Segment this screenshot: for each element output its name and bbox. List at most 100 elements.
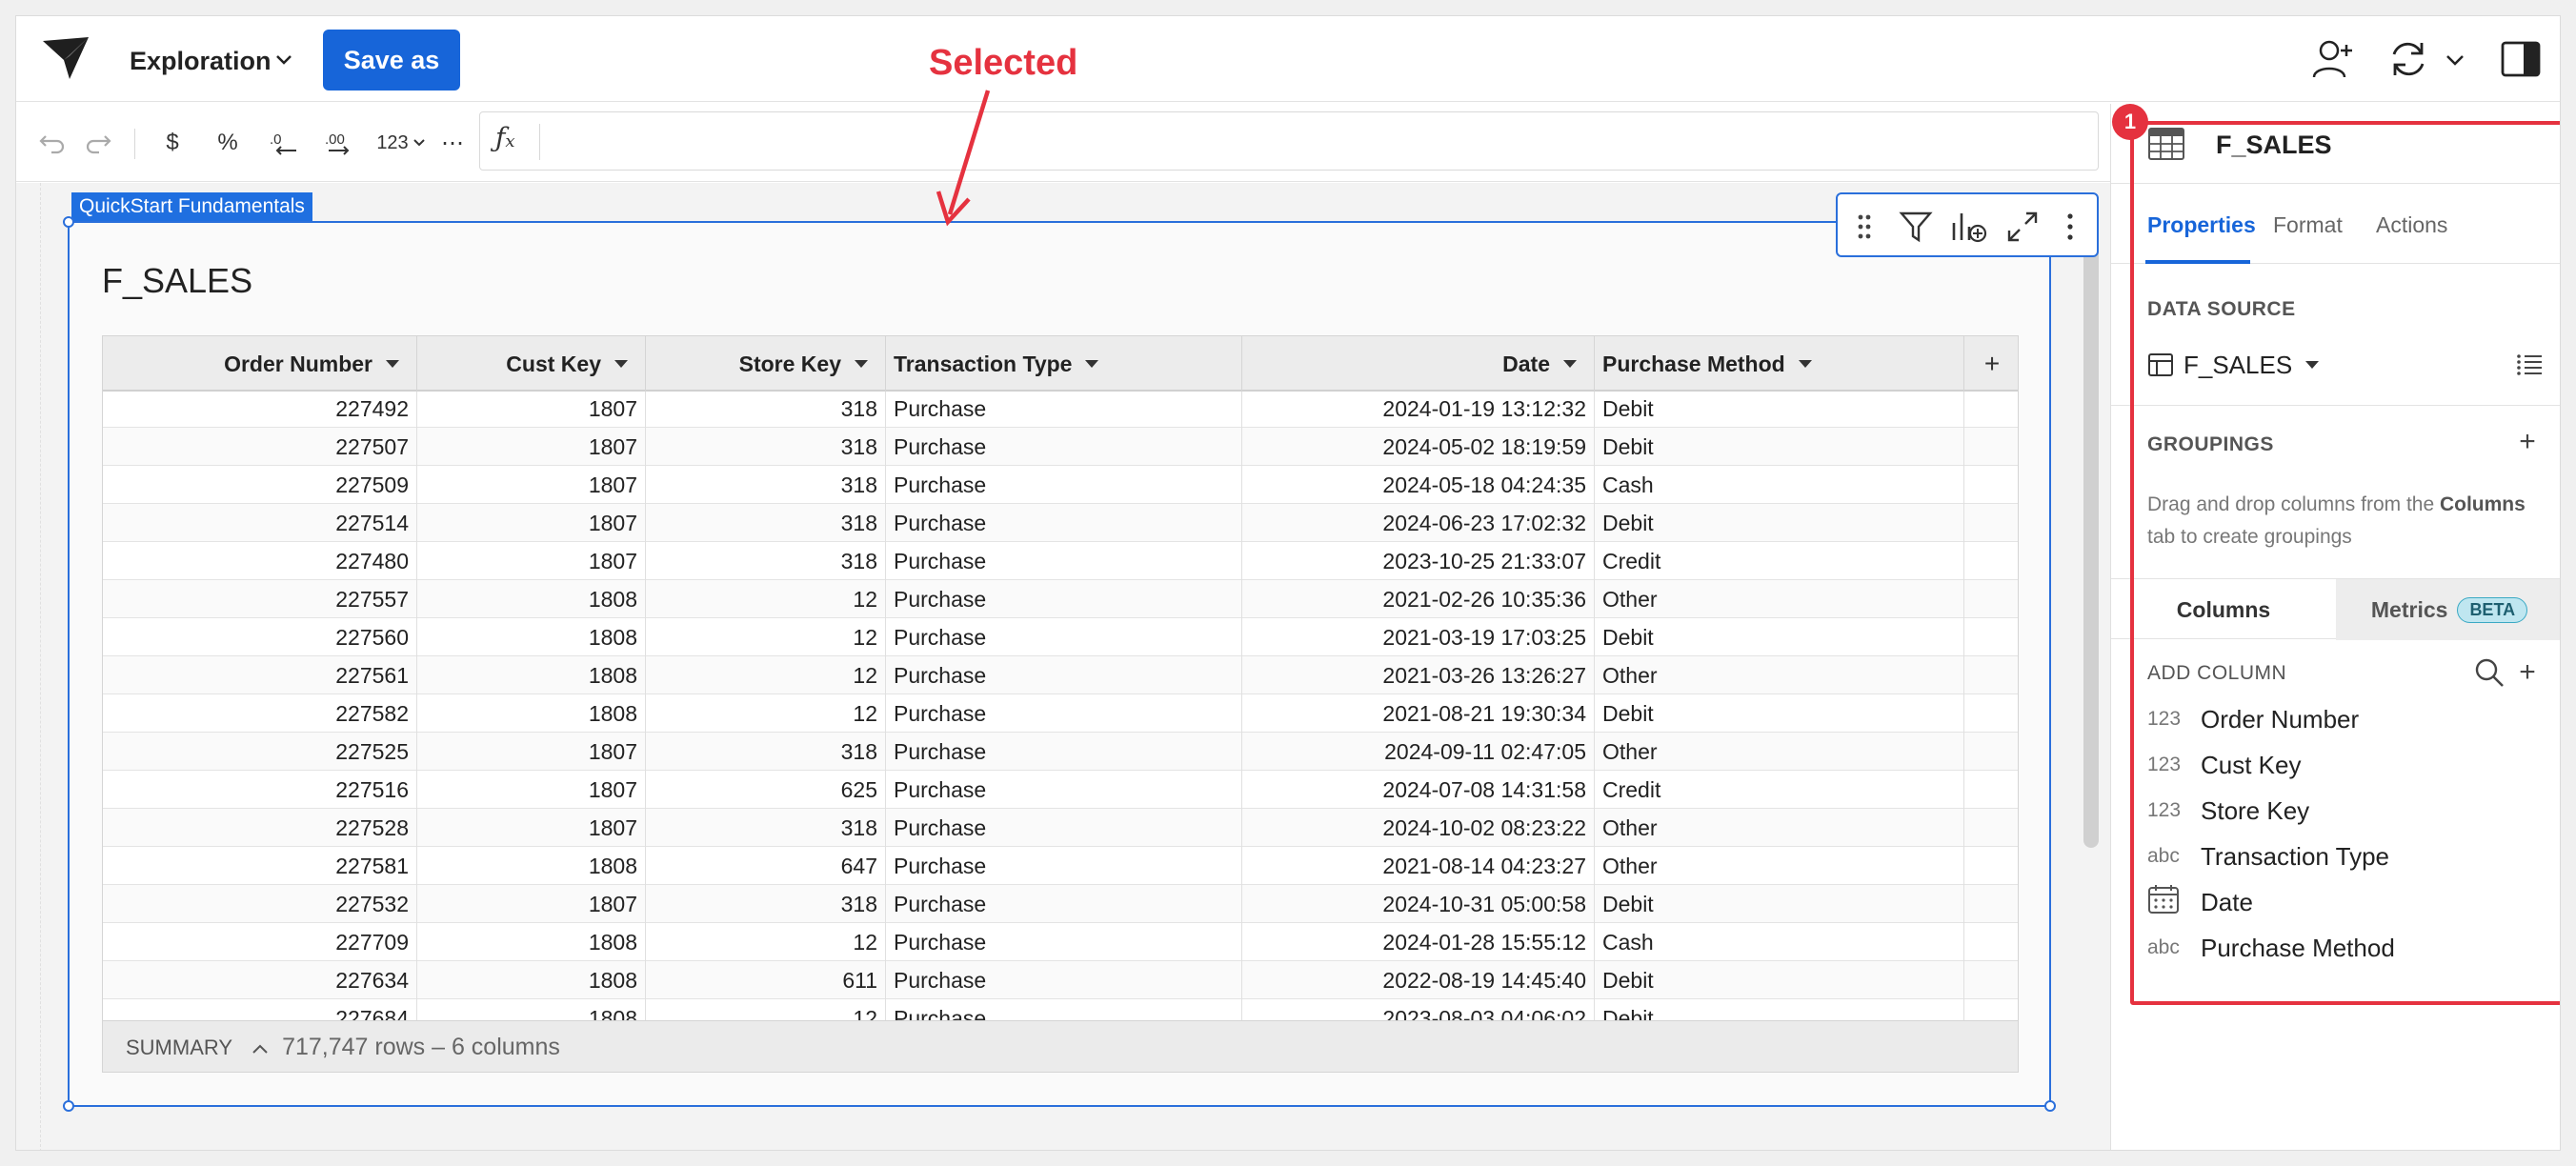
cell-transaction-type[interactable]: Purchase xyxy=(886,580,1242,618)
cell-store-key[interactable]: 318 xyxy=(646,466,886,504)
toggle-panel-icon[interactable] xyxy=(2497,35,2545,83)
chevron-down-icon[interactable] xyxy=(273,50,294,70)
cell-transaction-type[interactable]: Purchase xyxy=(886,809,1242,847)
cell-cust-key[interactable]: 1807 xyxy=(417,809,646,847)
sort-menu-icon[interactable] xyxy=(855,360,868,368)
cell-date[interactable]: 2024-01-28 15:55:12 xyxy=(1242,923,1595,961)
cell-date[interactable]: 2024-10-02 08:23:22 xyxy=(1242,809,1595,847)
sort-menu-icon[interactable] xyxy=(1085,360,1099,368)
cell-purchase-method[interactable]: Debit xyxy=(1595,428,1964,466)
table-row[interactable]: 227634 1808 611 Purchase 2022-08-19 14:45:40… xyxy=(103,961,2018,999)
refresh-icon[interactable] xyxy=(2385,35,2432,83)
cell-empty[interactable] xyxy=(1964,618,2018,656)
cell-empty[interactable] xyxy=(1964,961,2018,999)
cell-store-key[interactable]: 318 xyxy=(646,733,886,771)
column-header-order-number[interactable]: Order Number xyxy=(103,336,417,392)
cell-order-number[interactable]: 227514 xyxy=(103,504,417,542)
cell-cust-key[interactable]: 1808 xyxy=(417,961,646,999)
cell-cust-key[interactable]: 1807 xyxy=(417,771,646,809)
cell-transaction-type[interactable]: Purchase xyxy=(886,428,1242,466)
cell-order-number[interactable]: 227684 xyxy=(103,999,417,1020)
cell-purchase-method[interactable]: Credit xyxy=(1595,542,1964,580)
table-row[interactable]: 227525 1807 318 Purchase 2024-09-11 02:47:05… xyxy=(103,733,2018,771)
table-row[interactable]: 227528 1807 318 Purchase 2024-10-02 08:23:22… xyxy=(103,809,2018,847)
cell-store-key[interactable]: 625 xyxy=(646,771,886,809)
cell-order-number[interactable]: 227480 xyxy=(103,542,417,580)
cell-order-number[interactable]: 227581 xyxy=(103,847,417,885)
cell-order-number[interactable]: 227509 xyxy=(103,466,417,504)
sort-menu-icon[interactable] xyxy=(1798,360,1812,368)
cell-order-number[interactable]: 227492 xyxy=(103,392,417,428)
cell-store-key[interactable]: 12 xyxy=(646,694,886,733)
cell-order-number[interactable]: 227516 xyxy=(103,771,417,809)
workbook-title[interactable]: Exploration xyxy=(130,47,272,76)
cell-transaction-type[interactable]: Purchase xyxy=(886,656,1242,694)
table-row[interactable]: 227507 1807 318 Purchase 2024-05-02 18:19:59… xyxy=(103,428,2018,466)
cell-empty[interactable] xyxy=(1964,733,2018,771)
cell-empty[interactable] xyxy=(1964,504,2018,542)
cell-date[interactable]: 2021-08-21 19:30:34 xyxy=(1242,694,1595,733)
cell-cust-key[interactable]: 1808 xyxy=(417,923,646,961)
cell-purchase-method[interactable]: Other xyxy=(1595,656,1964,694)
cell-transaction-type[interactable]: Purchase xyxy=(886,392,1242,428)
cell-store-key[interactable]: 318 xyxy=(646,392,886,428)
element-title[interactable]: F_SALES xyxy=(102,261,252,301)
cell-empty[interactable] xyxy=(1964,428,2018,466)
cell-store-key[interactable]: 318 xyxy=(646,809,886,847)
cell-purchase-method[interactable]: Other xyxy=(1595,733,1964,771)
share-user-icon[interactable] xyxy=(2310,35,2358,83)
cell-empty[interactable] xyxy=(1964,847,2018,885)
filter-icon[interactable] xyxy=(1895,206,1937,248)
cell-cust-key[interactable]: 1808 xyxy=(417,694,646,733)
save-as-button[interactable]: Save as xyxy=(323,30,460,90)
cell-empty[interactable] xyxy=(1964,580,2018,618)
cell-transaction-type[interactable]: Purchase xyxy=(886,733,1242,771)
cell-date[interactable]: 2024-07-08 14:31:58 xyxy=(1242,771,1595,809)
cell-purchase-method[interactable]: Debit xyxy=(1595,999,1964,1020)
cell-cust-key[interactable]: 1807 xyxy=(417,885,646,923)
cell-date[interactable]: 2021-02-26 10:35:36 xyxy=(1242,580,1595,618)
undo-icon[interactable] xyxy=(35,125,70,161)
redo-icon[interactable] xyxy=(81,125,115,161)
cell-date[interactable]: 2024-05-02 18:19:59 xyxy=(1242,428,1595,466)
sort-menu-icon[interactable] xyxy=(614,360,628,368)
table-row[interactable]: 227582 1808 12 Purchase 2021-08-21 19:30:34 D… xyxy=(103,694,2018,733)
cell-cust-key[interactable]: 1807 xyxy=(417,428,646,466)
cell-store-key[interactable]: 318 xyxy=(646,504,886,542)
cell-transaction-type[interactable]: Purchase xyxy=(886,847,1242,885)
cell-order-number[interactable]: 227582 xyxy=(103,694,417,733)
table-row[interactable]: 227480 1807 318 Purchase 2023-10-25 21:33:07… xyxy=(103,542,2018,580)
cell-cust-key[interactable]: 1807 xyxy=(417,504,646,542)
cell-date[interactable]: 2022-08-19 14:45:40 xyxy=(1242,961,1595,999)
cell-purchase-method[interactable]: Cash xyxy=(1595,466,1964,504)
cell-transaction-type[interactable]: Purchase xyxy=(886,694,1242,733)
cell-order-number[interactable]: 227532 xyxy=(103,885,417,923)
cell-purchase-method[interactable]: Debit xyxy=(1595,504,1964,542)
table-row[interactable]: 227709 1808 12 Purchase 2024-01-28 15:55:12 C… xyxy=(103,923,2018,961)
cell-date[interactable]: 2024-05-18 04:24:35 xyxy=(1242,466,1595,504)
sort-menu-icon[interactable] xyxy=(386,360,399,368)
drag-handle-icon[interactable] xyxy=(1843,206,1885,248)
increase-decimals-icon[interactable]: .00 xyxy=(321,125,363,161)
cell-transaction-type[interactable]: Purchase xyxy=(886,618,1242,656)
table-row[interactable]: 227581 1808 647 Purchase 2021-08-14 04:23:27… xyxy=(103,847,2018,885)
column-header-transaction-type[interactable]: Transaction Type xyxy=(886,336,1242,392)
cell-cust-key[interactable]: 1807 xyxy=(417,392,646,428)
percent-format-button[interactable]: % xyxy=(211,125,245,161)
cell-order-number[interactable]: 227507 xyxy=(103,428,417,466)
cell-cust-key[interactable]: 1808 xyxy=(417,656,646,694)
cell-cust-key[interactable]: 1807 xyxy=(417,733,646,771)
resize-handle[interactable] xyxy=(63,216,74,228)
resize-handle[interactable] xyxy=(2044,1100,2056,1112)
cell-store-key[interactable]: 12 xyxy=(646,580,886,618)
cell-cust-key[interactable]: 1808 xyxy=(417,618,646,656)
cell-date[interactable]: 2021-03-26 13:26:27 xyxy=(1242,656,1595,694)
cell-order-number[interactable]: 227560 xyxy=(103,618,417,656)
column-header-cust-key[interactable]: Cust Key xyxy=(417,336,646,392)
cell-empty[interactable] xyxy=(1964,392,2018,428)
cell-store-key[interactable]: 318 xyxy=(646,428,886,466)
cell-date[interactable]: 2023-08-03 04:06:02 xyxy=(1242,999,1595,1020)
cell-cust-key[interactable]: 1808 xyxy=(417,580,646,618)
cell-cust-key[interactable]: 1808 xyxy=(417,999,646,1020)
cell-cust-key[interactable]: 1807 xyxy=(417,466,646,504)
